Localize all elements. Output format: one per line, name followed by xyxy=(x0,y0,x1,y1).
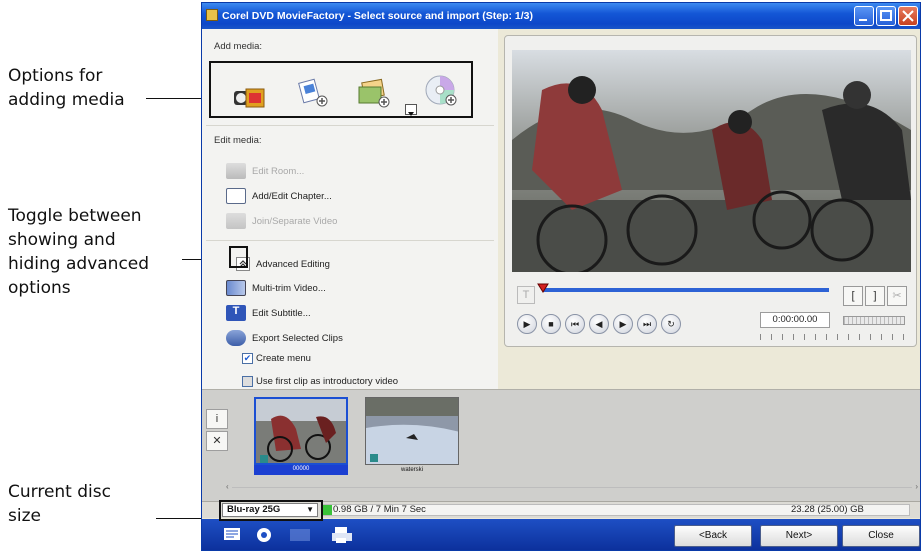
multi-trim-label: Multi-trim Video... xyxy=(252,282,326,294)
add-edit-chapter-label: Add/Edit Chapter... xyxy=(252,190,332,202)
subtitle-toggle-icon[interactable]: T xyxy=(517,286,535,304)
repeat-button[interactable]: ↻ xyxy=(661,314,681,334)
previous-frame-button[interactable]: ◀ xyxy=(589,314,609,334)
close-button[interactable]: Close xyxy=(842,525,920,547)
annotation-line: hiding advanced xyxy=(8,254,150,274)
disc-usage-fill xyxy=(323,505,332,515)
intro-video-label: Use first clip as introductory video xyxy=(256,375,399,387)
preview-panel: T [ ] ✂ ▶ ■ ⏮ ◀ ▶ ⏭ ↻ 0:00:00.00 xyxy=(504,35,917,347)
create-menu-label: Create menu xyxy=(256,352,311,364)
project-settings-icon[interactable] xyxy=(222,525,246,545)
disc-usage-bar: 0.98 GB / 7 Min 7 Sec 23.28 (25.00) GB xyxy=(322,504,910,516)
edit-media-label: Edit media: xyxy=(214,135,262,146)
annotation-toggle: Toggle between showing and hiding advanc… xyxy=(8,204,149,300)
join-video-icon xyxy=(226,213,246,229)
cut-scissors-icon[interactable]: ✂ xyxy=(887,286,907,306)
clip-caption: waterski xyxy=(400,467,423,473)
clip-caption: 00000 xyxy=(292,466,310,472)
volume-slider[interactable] xyxy=(843,316,905,325)
preferences-gear-icon[interactable] xyxy=(252,525,276,545)
title-bar: Corel DVD MovieFactory - Select source a… xyxy=(202,3,920,29)
annotation-line: options xyxy=(8,278,71,298)
edit-room-label: Edit Room... xyxy=(252,165,305,177)
next-frame-button[interactable]: ▶ xyxy=(613,314,633,334)
app-icon xyxy=(206,9,218,21)
subtitle-icon: T xyxy=(226,305,246,321)
pointer-line xyxy=(146,98,209,99)
annotation-line: Toggle between xyxy=(8,206,142,226)
add-edit-chapter-item[interactable]: Add/Edit Chapter... xyxy=(226,187,332,205)
clip-thumbnail[interactable] xyxy=(254,397,348,465)
checkbox-unchecked-icon xyxy=(242,375,253,387)
next-button[interactable]: Next> xyxy=(760,525,838,547)
clip-thumbnail[interactable] xyxy=(365,397,459,465)
annotation-line: Current disc xyxy=(8,482,111,502)
window-title: Corel DVD MovieFactory - Select source a… xyxy=(222,10,533,22)
timecode-ticks xyxy=(760,334,908,340)
create-menu-checkbox[interactable]: ✔ Create menu xyxy=(242,349,311,367)
multi-trim-video-item[interactable]: Multi-trim Video... xyxy=(226,279,326,297)
annotation-disc-size: Current disc size xyxy=(8,480,111,528)
checkbox-checked-icon: ✔ xyxy=(242,352,253,364)
scroll-right-icon[interactable]: › xyxy=(915,482,918,491)
edit-subtitle-label: Edit Subtitle... xyxy=(252,307,311,319)
info-icon[interactable]: i xyxy=(206,409,228,429)
divider xyxy=(206,240,494,241)
stop-button[interactable]: ■ xyxy=(541,314,561,334)
mark-out-button[interactable]: ] xyxy=(865,286,885,306)
print-icon[interactable] xyxy=(330,525,354,545)
annotation-line: adding media xyxy=(8,90,125,110)
back-button[interactable]: <Back xyxy=(674,525,752,547)
disc-used-text: 0.98 GB / 7 Min 7 Sec xyxy=(333,504,426,515)
annotation-line: Options for xyxy=(8,66,103,86)
add-media-label: Add media: xyxy=(214,41,263,52)
annotation-line: showing and xyxy=(8,230,116,250)
go-to-end-button[interactable]: ⏭ xyxy=(637,314,657,334)
burn-disc-icon xyxy=(288,525,312,545)
chapter-icon xyxy=(226,188,246,204)
disc-total-text: 23.28 (25.00) GB xyxy=(791,504,864,515)
edit-room-item[interactable]: Edit Room... xyxy=(226,162,304,180)
video-preview xyxy=(512,50,911,272)
export-selected-clips-label: Export Selected Clips xyxy=(252,332,343,344)
close-window-button[interactable] xyxy=(898,6,918,26)
highlight-box xyxy=(219,500,323,521)
play-button[interactable]: ▶ xyxy=(517,314,537,334)
intro-video-checkbox[interactable]: Use first clip as introductory video xyxy=(242,372,398,390)
annotation-line: size xyxy=(8,506,41,526)
go-to-start-button[interactable]: ⏮ xyxy=(565,314,585,334)
mark-in-button[interactable]: [ xyxy=(843,286,863,306)
maximize-button[interactable] xyxy=(876,6,896,26)
advanced-editing-toggle[interactable]: Advanced Editing xyxy=(236,255,330,273)
highlight-box xyxy=(209,61,473,118)
multi-trim-icon xyxy=(226,280,246,296)
export-selected-clips-item[interactable]: Export Selected Clips xyxy=(226,329,343,347)
remove-clip-icon[interactable]: ✕ xyxy=(206,431,228,451)
advanced-editing-label: Advanced Editing xyxy=(256,258,330,270)
playhead-marker-icon[interactable] xyxy=(537,280,549,298)
clips-scrollbar[interactable]: ‹ › xyxy=(226,482,918,495)
divider xyxy=(206,125,494,126)
highlight-box xyxy=(229,246,248,268)
timeline-scrubber[interactable] xyxy=(543,288,829,292)
scroll-left-icon[interactable]: ‹ xyxy=(226,482,229,491)
edit-room-icon xyxy=(226,163,246,179)
join-separate-video-item[interactable]: Join/Separate Video xyxy=(226,212,337,230)
minimize-button[interactable] xyxy=(854,6,874,26)
timecode-field[interactable]: 0:00:00.00 xyxy=(760,312,830,328)
edit-subtitle-item[interactable]: T Edit Subtitle... xyxy=(226,304,311,322)
export-clips-icon xyxy=(226,330,246,346)
join-separate-video-label: Join/Separate Video xyxy=(252,215,338,227)
annotation-adding-media: Options for adding media xyxy=(8,64,125,112)
